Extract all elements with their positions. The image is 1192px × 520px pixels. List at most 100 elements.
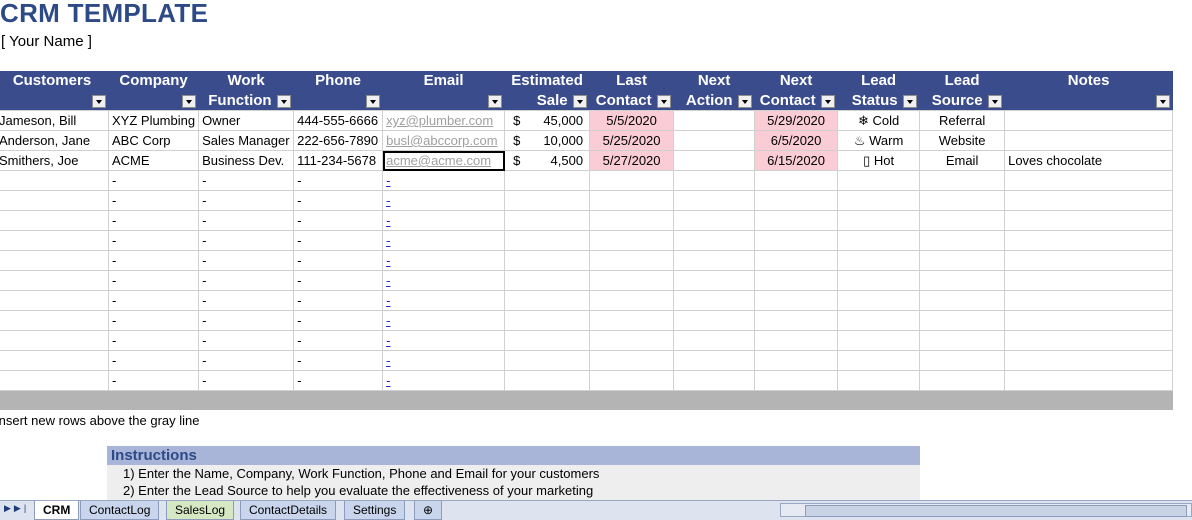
cell-placeholder[interactable]: - bbox=[198, 250, 295, 271]
cell-empty[interactable] bbox=[589, 190, 675, 211]
cell-email-placeholder[interactable]: - bbox=[382, 350, 506, 371]
cell-placeholder[interactable]: - bbox=[293, 330, 384, 351]
cell-empty[interactable] bbox=[504, 370, 591, 391]
cell-estimated-sale[interactable]: $10,000 bbox=[504, 130, 591, 151]
horizontal-scrollbar[interactable] bbox=[780, 503, 1192, 517]
cell-empty[interactable] bbox=[589, 170, 675, 191]
cell-empty[interactable] bbox=[589, 310, 675, 331]
cell-empty[interactable] bbox=[673, 230, 756, 251]
cell-next-contact[interactable]: 6/15/2020 bbox=[754, 150, 839, 171]
cell-empty[interactable] bbox=[754, 270, 839, 291]
cell-next-contact[interactable]: 6/5/2020 bbox=[754, 130, 839, 151]
cell-empty[interactable] bbox=[754, 250, 839, 271]
cell-empty[interactable] bbox=[1004, 250, 1174, 271]
cell-empty[interactable] bbox=[837, 370, 921, 391]
cell-phone[interactable]: 444-555-6666 bbox=[293, 110, 384, 131]
cell-empty[interactable] bbox=[837, 270, 921, 291]
cell-empty[interactable] bbox=[673, 250, 756, 271]
cell-empty[interactable] bbox=[504, 170, 591, 191]
cell-empty[interactable] bbox=[589, 350, 675, 371]
cell-empty[interactable] bbox=[837, 350, 921, 371]
cell-placeholder[interactable]: - bbox=[293, 170, 384, 191]
owner-name[interactable]: [ Your Name ] bbox=[1, 33, 92, 50]
cell-placeholder[interactable]: - bbox=[198, 170, 295, 191]
cell-empty[interactable] bbox=[919, 210, 1006, 231]
column-header[interactable]: Estimated Sale bbox=[504, 71, 590, 111]
cell-empty[interactable] bbox=[589, 330, 675, 351]
cell-empty[interactable] bbox=[504, 290, 591, 311]
insert-sheet-icon[interactable]: ⊕ bbox=[414, 501, 443, 520]
cell-empty[interactable] bbox=[754, 350, 839, 371]
cell-empty[interactable] bbox=[504, 330, 591, 351]
cell-email-placeholder[interactable]: - bbox=[382, 370, 506, 391]
tab-contactlog[interactable]: ContactLog bbox=[80, 501, 160, 520]
cell-estimated-sale[interactable]: $4,500 bbox=[504, 150, 591, 171]
cell-empty[interactable] bbox=[919, 290, 1006, 311]
cell-empty[interactable] bbox=[919, 330, 1006, 351]
tab-contactdetails[interactable]: ContactDetails bbox=[240, 501, 337, 520]
cell-empty[interactable] bbox=[589, 270, 675, 291]
cell-empty[interactable] bbox=[754, 210, 839, 231]
cell-lead-status[interactable]: ♨ Warm bbox=[837, 130, 921, 151]
cell-empty[interactable] bbox=[919, 370, 1006, 391]
cell-email-placeholder[interactable]: - bbox=[382, 270, 506, 291]
column-header[interactable]: Customers bbox=[0, 71, 109, 111]
cell-placeholder[interactable]: - bbox=[107, 230, 200, 251]
cell-empty[interactable] bbox=[504, 350, 591, 371]
cell-lead-source[interactable]: Email bbox=[919, 150, 1006, 171]
cell-customer[interactable]: Anderson, Jane bbox=[0, 130, 109, 151]
cell-empty[interactable] bbox=[837, 290, 921, 311]
cell-empty[interactable] bbox=[1004, 290, 1174, 311]
tab-nav-buttons[interactable]: ▶▶| bbox=[4, 503, 29, 514]
cell-company[interactable]: ACME bbox=[107, 150, 200, 171]
cell-empty[interactable] bbox=[504, 210, 591, 231]
cell-empty[interactable] bbox=[673, 330, 756, 351]
cell-next-action[interactable] bbox=[673, 150, 756, 171]
cell-email[interactable]: xyz@plumber.com bbox=[382, 110, 506, 131]
filter-dropdown-icon[interactable] bbox=[987, 95, 1002, 108]
tab-settings[interactable]: Settings bbox=[344, 501, 406, 520]
column-header[interactable]: Next Action bbox=[673, 71, 755, 111]
cell-empty[interactable] bbox=[754, 370, 839, 391]
cell-empty[interactable] bbox=[837, 250, 921, 271]
cell-empty[interactable] bbox=[837, 170, 921, 191]
cell-empty[interactable] bbox=[589, 210, 675, 231]
filter-dropdown-icon[interactable] bbox=[487, 95, 502, 108]
cell-empty[interactable] bbox=[504, 250, 591, 271]
cell-empty[interactable] bbox=[504, 270, 591, 291]
cell-empty[interactable] bbox=[919, 310, 1006, 331]
cell-placeholder[interactable]: - bbox=[293, 310, 384, 331]
cell-email-placeholder[interactable]: - bbox=[382, 310, 506, 331]
cell-empty[interactable] bbox=[673, 210, 756, 231]
filter-dropdown-icon[interactable] bbox=[656, 95, 671, 108]
column-header[interactable]: Next Contact bbox=[754, 71, 838, 111]
cell-empty[interactable] bbox=[0, 310, 109, 331]
cell-empty[interactable] bbox=[0, 170, 109, 191]
tab-saleslog[interactable]: SalesLog bbox=[166, 501, 235, 520]
cell-empty[interactable] bbox=[919, 230, 1006, 251]
filter-dropdown-icon[interactable] bbox=[572, 95, 587, 108]
cell-empty[interactable] bbox=[837, 190, 921, 211]
cell-placeholder[interactable]: - bbox=[293, 230, 384, 251]
cell-estimated-sale[interactable]: $45,000 bbox=[504, 110, 591, 131]
cell-lead-source[interactable]: Website bbox=[919, 130, 1006, 151]
filter-dropdown-icon[interactable] bbox=[737, 95, 752, 108]
cell-empty[interactable] bbox=[1004, 330, 1174, 351]
cell-empty[interactable] bbox=[837, 210, 921, 231]
cell-placeholder[interactable]: - bbox=[293, 270, 384, 291]
cell-empty[interactable] bbox=[1004, 230, 1174, 251]
cell-email-placeholder[interactable]: - bbox=[382, 330, 506, 351]
cell-email-placeholder[interactable]: - bbox=[382, 170, 506, 191]
cell-email-placeholder[interactable]: - bbox=[382, 190, 506, 211]
cell-empty[interactable] bbox=[504, 310, 591, 331]
cell-email[interactable]: busl@abccorp.com bbox=[382, 130, 506, 151]
cell-email-placeholder[interactable]: - bbox=[382, 210, 506, 231]
cell-lead-source[interactable]: Referral bbox=[919, 110, 1006, 131]
cell-work-function[interactable]: Business Dev. bbox=[198, 150, 295, 171]
cell-lead-status[interactable]: ❄ Cold bbox=[837, 110, 921, 131]
cell-empty[interactable] bbox=[673, 290, 756, 311]
cell-placeholder[interactable]: - bbox=[293, 350, 384, 371]
column-header[interactable]: Notes bbox=[1004, 71, 1173, 111]
cell-notes[interactable]: Loves chocolate bbox=[1004, 150, 1174, 171]
cell-empty[interactable] bbox=[504, 190, 591, 211]
